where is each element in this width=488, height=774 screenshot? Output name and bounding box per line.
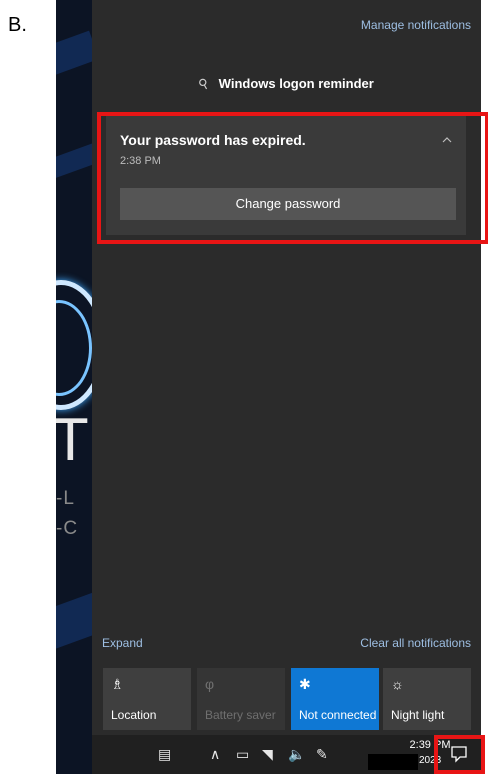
news-widget-icon[interactable]: ▤ <box>158 746 171 763</box>
clear-all-notifications-link[interactable]: Clear all notifications <box>360 636 471 650</box>
expand-link[interactable]: Expand <box>102 636 143 650</box>
wifi-icon[interactable]: ◥ <box>262 746 273 763</box>
desktop-wallpaper: T -L -C <box>56 0 92 774</box>
night-light-icon: ☼ <box>391 676 404 692</box>
volume-icon[interactable]: 🔈 <box>288 746 305 763</box>
wallpaper-text-2: -C <box>56 518 79 539</box>
wallpaper-text-1: -L <box>56 488 75 509</box>
battery-icon[interactable]: ▭ <box>236 746 249 763</box>
quick-action-bluetooth[interactable]: ✱ Not connected <box>291 668 379 730</box>
quick-action-night-light[interactable]: ☼ Night light <box>383 668 471 730</box>
step-label: B. <box>8 14 27 36</box>
bluetooth-icon: ✱ <box>299 676 311 692</box>
redacted-date <box>368 754 418 770</box>
action-center: Manage notifications ⚲ Windows logon remi… <box>92 0 481 735</box>
battery-saver-icon: φ <box>205 676 215 692</box>
taskbar: ▤ ∧ ▭ ◥ 🔈 ✎ 2:39 PM 2023 <box>92 735 481 774</box>
quick-action-battery-saver[interactable]: φ Battery saver <box>197 668 285 730</box>
group-title: Windows logon reminder <box>218 76 374 91</box>
wallpaper-letter: T <box>56 406 89 473</box>
quick-action-label: Not connected <box>299 708 377 722</box>
location-icon: ♗ <box>111 676 124 692</box>
pen-icon[interactable]: ✎ <box>316 746 328 763</box>
quick-action-label: Night light <box>391 708 445 722</box>
key-icon: ⚲ <box>195 74 212 93</box>
quick-action-label: Battery saver <box>205 708 276 722</box>
manage-notifications-link[interactable]: Manage notifications <box>361 18 471 32</box>
show-hidden-icons-chevron-icon[interactable]: ∧ <box>210 746 220 763</box>
action-center-button-highlight <box>434 735 485 774</box>
notification-group-header: ⚲ Windows logon reminder <box>92 74 481 93</box>
notification-highlight <box>97 112 488 244</box>
quick-action-label: Location <box>111 708 157 722</box>
quick-action-location[interactable]: ♗ Location <box>103 668 191 730</box>
